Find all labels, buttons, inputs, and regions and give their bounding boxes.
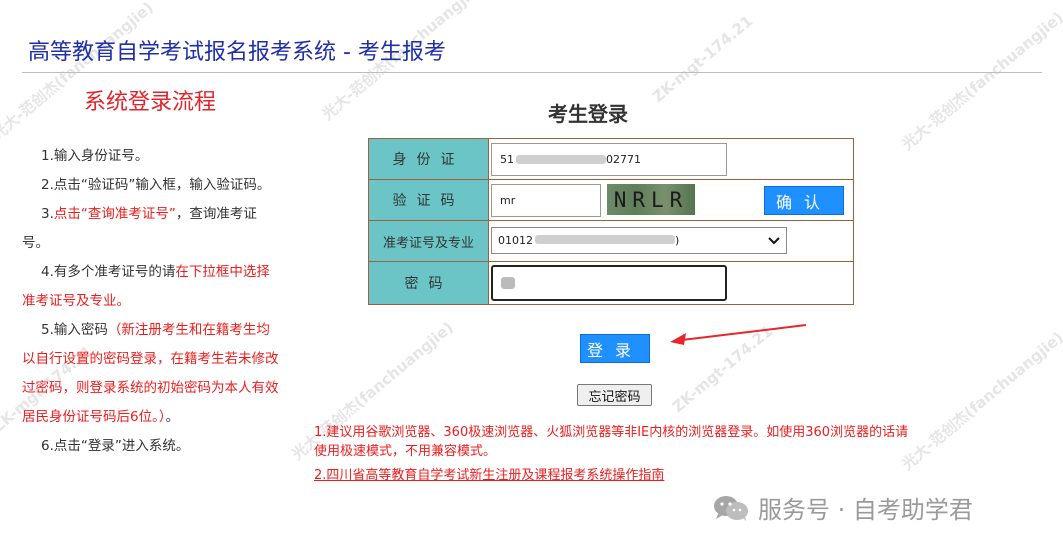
masked-text: [535, 235, 675, 244]
watermark: 光大-范创杰(fanchuangjie): [898, 328, 1063, 474]
flow-title: 系统登录流程: [84, 90, 217, 115]
browser-note: 1.建议用谷歌浏览器、360极速浏览器、火狐浏览器等非IE内核的浏览器登录。如使…: [314, 425, 909, 459]
password-row: 密码: [369, 262, 853, 304]
flow-step-5: 5.输入密码（新注册考生和在籍考生均以自行设置的密码登录，在籍考生若未修改过密码…: [22, 316, 280, 432]
password-input[interactable]: [491, 265, 727, 301]
captcha-image[interactable]: NRLR: [607, 184, 695, 215]
flow-step-2: 2.点击“验证码”输入框，输入验证码。: [41, 177, 271, 193]
guide-note: 2.四川省高等教育自学考试新生注册及课程报考系统操作指南: [314, 466, 914, 485]
flow-step-4: 4.有多个准考证号的请在下拉框中选择准考证号及专业。: [22, 258, 280, 316]
login-form: 身份证 51 02771 验证码 mr NRLR 确认 准考证号及专业 01012…: [368, 138, 854, 305]
flow-steps: 1.输入身份证号。 2.点击“验证码”输入框，输入验证码。 3.点击“查询准考证…: [22, 142, 280, 461]
flow-step-3: 3.点击“查询准考证号”，查询准考证号。: [22, 200, 280, 258]
id-number-input[interactable]: 51 02771: [491, 143, 727, 176]
watermark: ZK-mgt-174.21: [648, 11, 757, 107]
flow-step-4-prefix: 4.有多个准考证号的请: [41, 264, 176, 280]
chevron-down-icon: [768, 236, 780, 244]
ticket-value-start: 01012: [498, 234, 533, 247]
brand-text: 服务号 · 自考助学君: [758, 496, 973, 524]
header-divider: [22, 72, 1042, 73]
watermark: 光大-范创杰(fanchuangjie): [898, 8, 1063, 154]
brand-watermark: 服务号 · 自考助学君: [712, 490, 973, 525]
captcha-input[interactable]: mr: [491, 184, 601, 217]
id-row: 身份证 51 02771: [369, 139, 853, 180]
ticket-row: 准考证号及专业 01012): [369, 221, 853, 262]
captcha-label: 验证码: [369, 180, 489, 220]
ticket-selected: 01012): [498, 234, 679, 247]
flow-step-3-highlight: 点击“查询准考证号”: [53, 206, 176, 222]
arrow-annotation-icon: [670, 324, 807, 345]
flow-step-6: 6.点击“登录”进入系统。: [41, 438, 190, 454]
wechat-icon: [714, 495, 748, 521]
notes: 1.建议用谷歌浏览器、360极速浏览器、火狐浏览器等非IE内核的浏览器登录。如使…: [314, 423, 914, 485]
confirm-button[interactable]: 确认: [764, 186, 844, 215]
ticket-value-end: ): [675, 234, 680, 247]
password-label: 密码: [369, 262, 489, 304]
forgot-password-button[interactable]: 忘记密码: [577, 384, 652, 406]
captcha-value: mr: [500, 194, 516, 207]
id-value-start: 51: [500, 153, 514, 166]
login-title: 考生登录: [548, 102, 628, 126]
flow-step-3-prefix: 3.: [41, 206, 54, 222]
guide-link[interactable]: 2.四川省高等教育自学考试新生注册及课程报考系统操作指南: [314, 468, 664, 483]
id-value-end: 02771: [606, 153, 641, 166]
flow-step-5-suffix: 。: [165, 409, 180, 425]
flow-step-5-prefix: 5.输入密码: [41, 322, 108, 338]
masked-text: [501, 277, 515, 289]
ticket-select[interactable]: 01012): [491, 227, 787, 254]
ticket-label: 准考证号及专业: [369, 221, 489, 261]
masked-text: [516, 155, 606, 164]
page-title: 高等教育自学考试报名报考系统 - 考生报考: [28, 40, 446, 65]
flow-step-1: 1.输入身份证号。: [41, 148, 149, 164]
id-label: 身份证: [369, 139, 489, 179]
captcha-row: 验证码 mr NRLR 确认: [369, 180, 853, 221]
login-button[interactable]: 登录: [580, 334, 650, 363]
